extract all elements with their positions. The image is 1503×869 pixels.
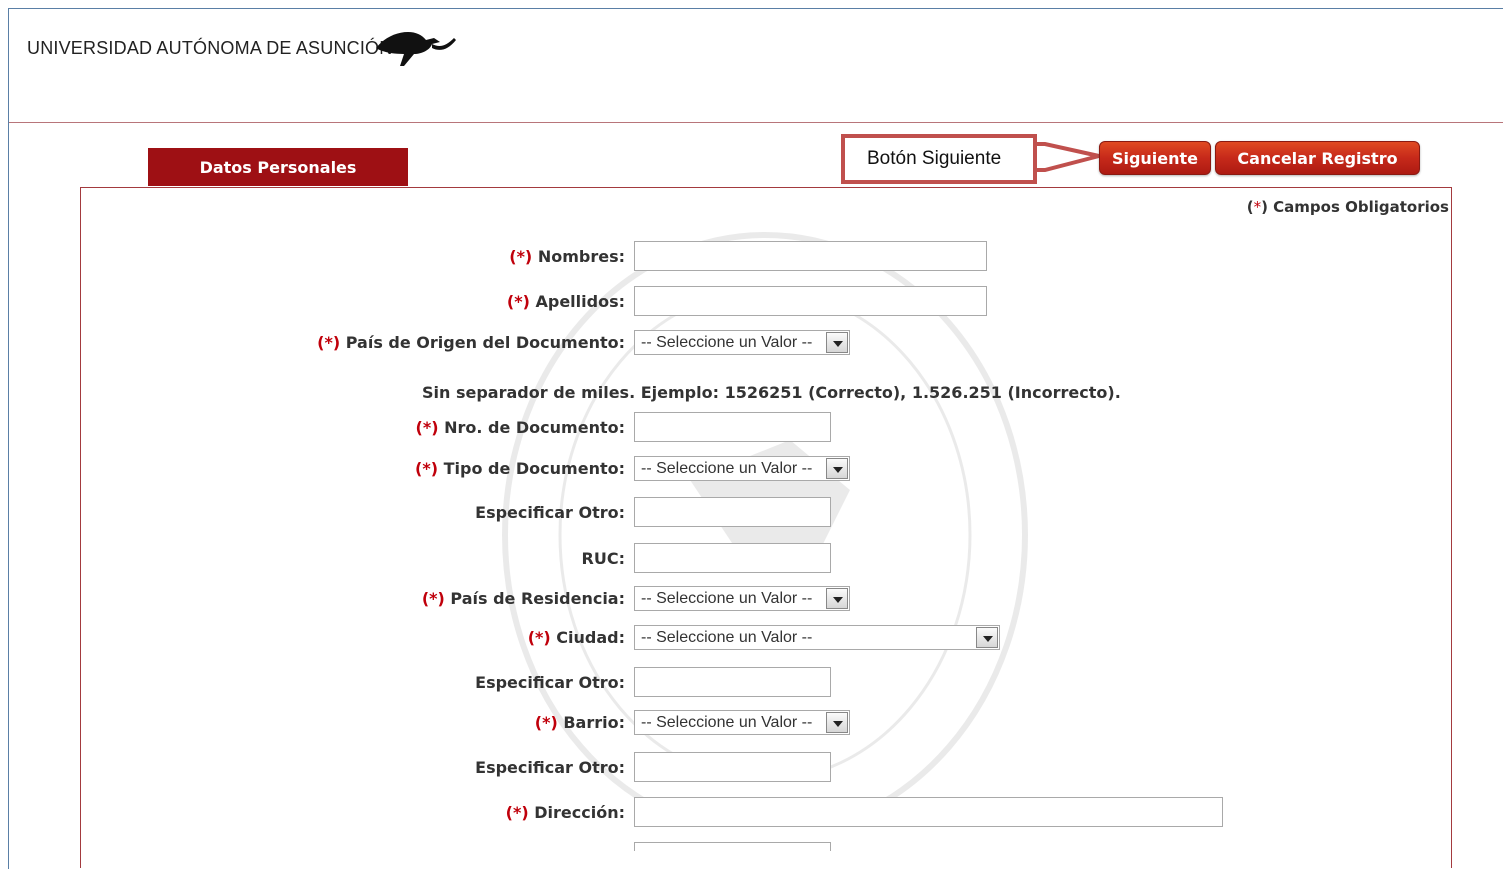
row-nro-documento: (*) Nro. de Documento: [0,412,1500,444]
required-star: (*) [421,589,445,608]
chevron-down-icon[interactable] [826,712,848,733]
label-especificar-otro: Especificar Otro: [475,503,625,522]
chevron-down-icon[interactable] [826,458,848,479]
label-especificar-otro: Especificar Otro: [475,673,625,692]
barrio-select[interactable]: -- Seleccione un Valor -- [634,710,850,735]
required-star: * [1253,198,1262,216]
row-pais-origen: (*) País de Origen del Documento: -- Sel… [0,327,1500,359]
row-tipo-documento: (*) Tipo de Documento: -- Seleccione un … [0,453,1500,485]
label-pais-origen: (*) País de Origen del Documento: [317,333,625,352]
nro-documento-input[interactable] [634,412,831,442]
row-pais-residencia: (*) País de Residencia: -- Seleccione un… [0,583,1500,615]
tipo-documento-select[interactable]: -- Seleccione un Valor -- [634,456,850,481]
required-fields-note: (*) Campos Obligatorios [1246,198,1449,216]
header-divider [9,122,1503,123]
cancelar-registro-button[interactable]: Cancelar Registro [1215,141,1420,175]
ciudad-select[interactable]: -- Seleccione un Valor -- [634,625,1000,650]
row-ciudad: (*) Ciudad: -- Seleccione un Valor -- [0,622,1500,654]
required-star: (*) [415,418,439,437]
bird-logo-icon [376,32,456,66]
required-star: (*) [534,713,558,732]
annotation-callout: Botón Siguiente [841,134,1037,184]
label-ciudad: (*) Ciudad: [527,628,625,647]
apellidos-input[interactable] [634,286,987,316]
tab-datos-personales[interactable]: Datos Personales [148,148,408,186]
row-apellidos: (*) Apellidos: [0,286,1500,318]
chevron-down-icon[interactable] [826,588,848,609]
chevron-down-icon[interactable] [826,332,848,353]
required-star: (*) [509,247,533,266]
next-field-input[interactable] [634,842,831,851]
pais-residencia-select[interactable]: -- Seleccione un Valor -- [634,586,850,611]
label-nombres: (*) Nombres: [509,247,625,266]
especificar-otro-documento-input[interactable] [634,497,831,527]
especificar-otro-ciudad-input[interactable] [634,667,831,697]
row-barrio: (*) Barrio: -- Seleccione un Valor -- [0,707,1500,739]
required-star: (*) [527,628,551,647]
label-nro-documento: (*) Nro. de Documento: [415,418,625,437]
document-number-hint: Sin separador de miles. Ejemplo: 1526251… [422,383,1121,402]
ruc-input[interactable] [634,543,831,573]
especificar-otro-barrio-input[interactable] [634,752,831,782]
required-star: (*) [506,292,530,311]
required-star: (*) [317,333,341,352]
nombres-input[interactable] [634,241,987,271]
row-nombres: (*) Nombres: [0,241,1500,273]
university-logo-text: UNIVERSIDAD AUTÓNOMA DE ASUNCIÓN [27,38,393,58]
siguiente-button[interactable]: Siguiente [1099,141,1211,175]
label-especificar-otro: Especificar Otro: [475,758,625,777]
label-direccion: (*) Dirección: [505,803,625,822]
row-especificar-otro-documento: Especificar Otro: [0,497,1500,529]
label-barrio: (*) Barrio: [534,713,625,732]
label-tipo-documento: (*) Tipo de Documento: [415,459,625,478]
required-star: (*) [505,803,529,822]
row-especificar-otro-ciudad: Especificar Otro: [0,667,1500,699]
row-ruc: RUC: [0,543,1500,575]
label-apellidos: (*) Apellidos: [506,292,625,311]
pais-origen-select[interactable]: -- Seleccione un Valor -- [634,330,850,355]
required-star: (*) [415,459,439,478]
row-especificar-otro-barrio: Especificar Otro: [0,752,1500,784]
direccion-input[interactable] [634,797,1223,827]
required-note-text: Campos Obligatorios [1273,198,1449,216]
callout-arrow [1037,142,1100,172]
chevron-down-icon[interactable] [976,627,998,648]
label-ruc: RUC: [581,549,625,568]
label-pais-residencia: (*) País de Residencia: [421,589,625,608]
row-next-partial [0,842,1500,851]
row-direccion: (*) Dirección: [0,797,1500,829]
